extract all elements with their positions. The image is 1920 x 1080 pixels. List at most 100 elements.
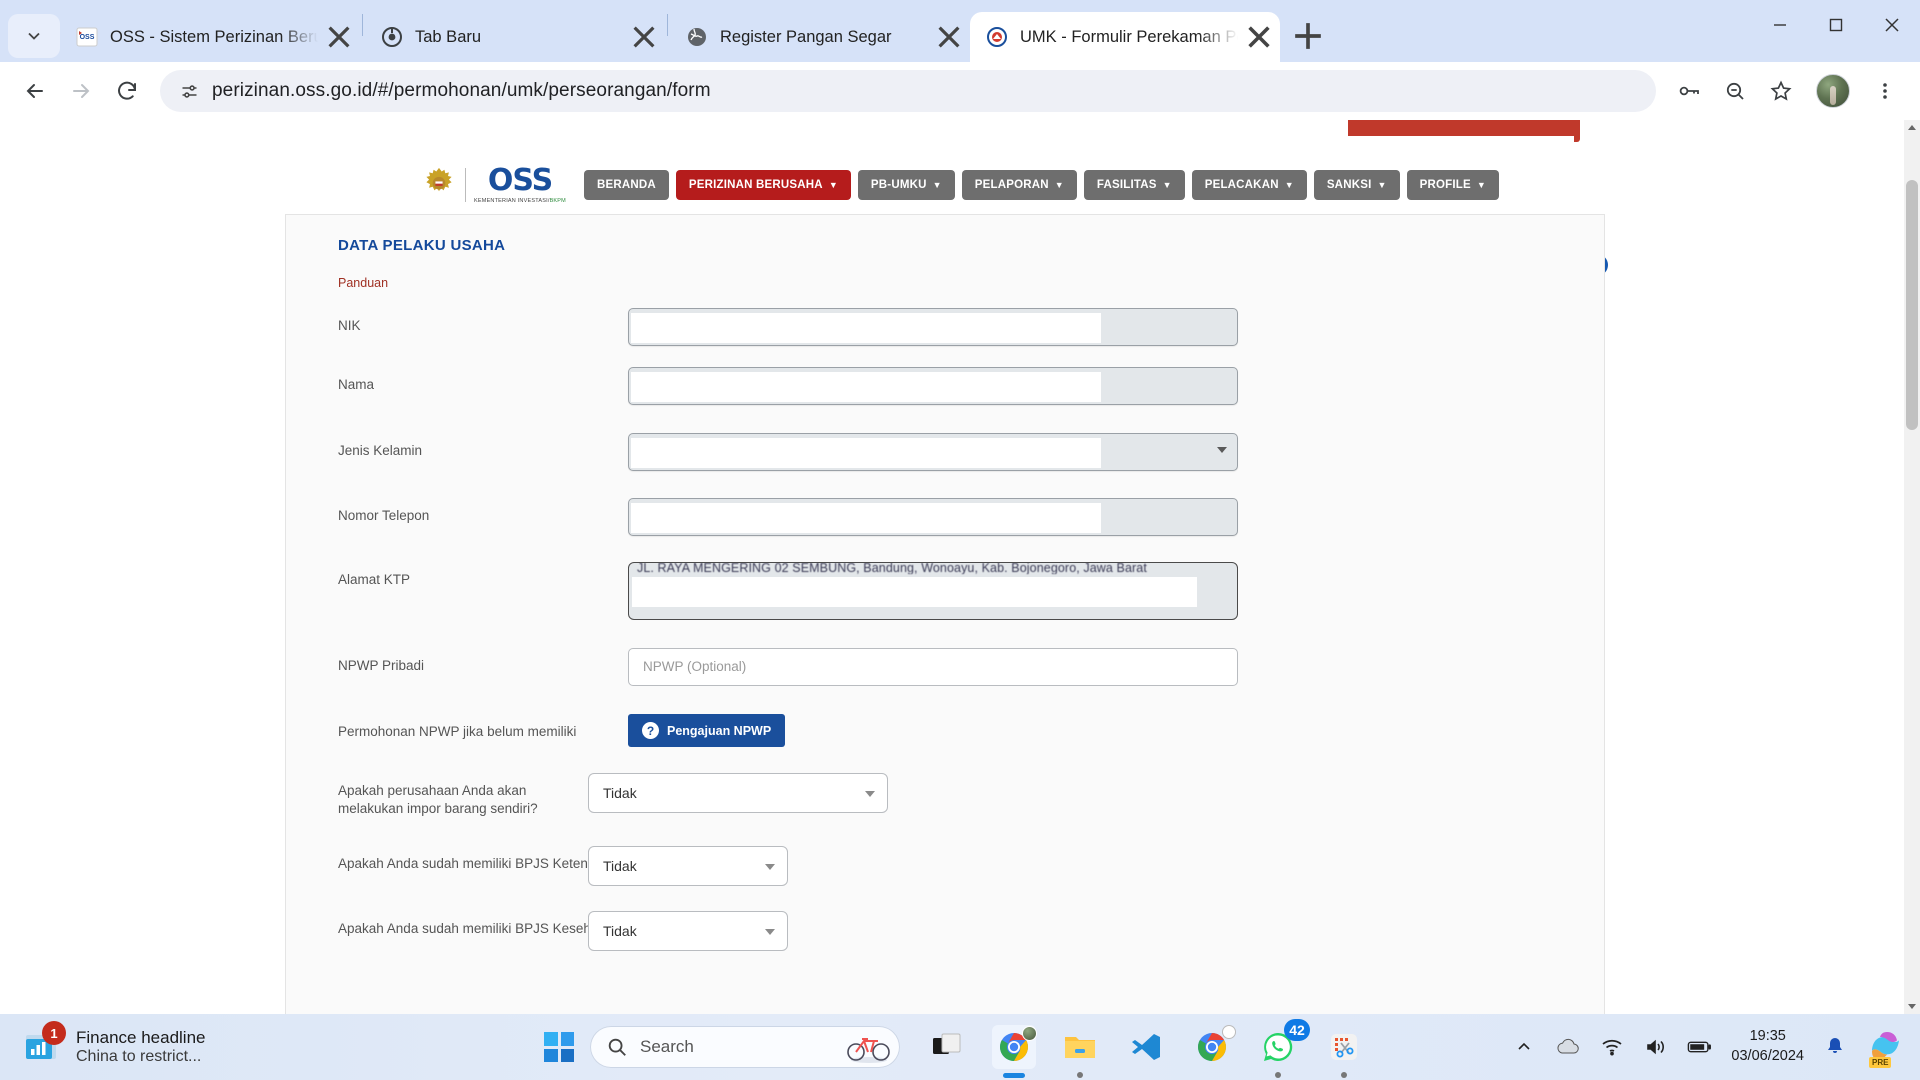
forward-icon[interactable] xyxy=(60,70,102,112)
site-settings-icon[interactable] xyxy=(174,81,204,102)
file-explorer-icon[interactable] xyxy=(1058,1025,1102,1069)
news-text: Finance headline China to restrict... xyxy=(76,1028,205,1066)
nav-item-sanksi[interactable]: SANKSI ▼ xyxy=(1313,170,1400,200)
whatsapp-badge: 42 xyxy=(1284,1019,1310,1041)
main-nav: BERANDA PERIZINAN BERUSAHA ▼ PB-UMKU ▼ P… xyxy=(583,170,1499,200)
windows-start-icon[interactable] xyxy=(544,1032,574,1062)
show-hidden-icons-chevron[interactable] xyxy=(1511,1034,1537,1060)
panduan-link[interactable]: Panduan xyxy=(286,254,1604,290)
chrome-secondary-icon[interactable] xyxy=(1190,1025,1236,1069)
nav-item-pelacakan[interactable]: PELACAKAN ▼ xyxy=(1191,170,1307,200)
oss-brand[interactable]: OSS KEMENTERIAN INVESTASI/BKPM xyxy=(421,166,566,204)
browser-tab-4-active[interactable]: UMK - Formulir Perekaman Pela xyxy=(970,12,1280,62)
tab-search-button[interactable] xyxy=(8,14,60,58)
browser-tab-3[interactable]: Register Pangan Segar xyxy=(670,12,970,62)
battery-icon[interactable] xyxy=(1687,1034,1713,1060)
copilot-icon[interactable]: PRE xyxy=(1866,1029,1902,1068)
nav-item-pb-umku[interactable]: PB-UMKU ▼ xyxy=(857,170,955,200)
search-input[interactable]: Search xyxy=(590,1026,900,1068)
button-label: Pengajuan NPWP xyxy=(667,723,772,738)
profile-avatar[interactable] xyxy=(1816,74,1850,108)
oss-favicon: OSS xyxy=(76,26,98,48)
field-label: Apakah perusahaan Anda akan melakukan im… xyxy=(338,783,538,817)
tab-close-icon[interactable] xyxy=(629,22,659,52)
snipping-tool-icon[interactable] xyxy=(1322,1025,1366,1069)
windows-taskbar: 1 Finance headline China to restrict... … xyxy=(0,1014,1920,1080)
form-row-npwp-pribadi: NPWP Pribadi NPWP (Optional) xyxy=(286,648,1604,686)
nav-label: PELAPORAN xyxy=(974,179,1049,191)
page-title: DATA PELAKU USAHA xyxy=(338,237,506,254)
system-tray: 19:35 03/06/2024 PRE xyxy=(1511,1027,1920,1068)
chevron-down-icon: ▼ xyxy=(1476,180,1486,190)
taskbar-clock[interactable]: 19:35 03/06/2024 xyxy=(1731,1027,1804,1066)
task-view-icon[interactable] xyxy=(926,1025,970,1069)
news-headline: Finance headline xyxy=(76,1028,206,1047)
minimize-button[interactable] xyxy=(1752,0,1808,50)
select-value: Tidak xyxy=(603,785,637,801)
volume-icon[interactable] xyxy=(1643,1034,1669,1060)
npwp-pribadi-input[interactable]: NPWP (Optional) xyxy=(628,648,1238,686)
reload-icon[interactable] xyxy=(106,70,148,112)
garuda-emblem-icon xyxy=(426,167,452,192)
nav-item-perizinan-berusaha[interactable]: PERIZINAN BERUSAHA ▼ xyxy=(675,170,851,200)
browser-tab-2[interactable]: Tab Baru xyxy=(365,12,665,62)
page-scrollbar[interactable] xyxy=(1904,120,1920,1014)
zoom-out-icon[interactable] xyxy=(1714,70,1756,112)
tab-title: OSS - Sistem Perizinan Berusaha xyxy=(110,27,318,46)
field-label: Apakah Anda sudah memiliki BPJS Kesehata… xyxy=(338,921,625,937)
maximize-button[interactable] xyxy=(1808,0,1864,50)
chevron-down-icon: ▼ xyxy=(828,180,838,190)
oss-circle-favicon xyxy=(986,26,1008,48)
form-row-jenis-kelamin: Jenis Kelamin xyxy=(286,433,1604,471)
whatsapp-icon[interactable]: 42 xyxy=(1256,1019,1310,1069)
nav-label: FASILITAS xyxy=(1096,179,1157,191)
tab-title: Tab Baru xyxy=(415,27,482,46)
field-label: Nomor Telepon xyxy=(338,508,430,523)
page-top-strip xyxy=(0,120,1920,156)
news-widget-icon: 1 xyxy=(24,1021,66,1066)
tab-close-icon[interactable] xyxy=(934,22,964,52)
browser-tab-1[interactable]: OSS OSS - Sistem Perizinan Berusaha xyxy=(60,12,360,62)
scrollbar-thumb[interactable] xyxy=(1906,180,1918,430)
onedrive-cloud-icon[interactable] xyxy=(1555,1034,1581,1060)
wifi-icon[interactable] xyxy=(1599,1034,1625,1060)
chevron-down-icon xyxy=(765,864,775,871)
news-widget[interactable]: 1 Finance headline China to restrict... xyxy=(24,1021,444,1066)
chrome-profile-badge xyxy=(1022,1026,1037,1041)
chevron-down-icon: ▼ xyxy=(1162,180,1172,190)
close-button[interactable] xyxy=(1864,0,1920,50)
impor-barang-select[interactable]: Tidak xyxy=(588,773,888,813)
chrome-icon[interactable] xyxy=(992,1025,1037,1069)
scroll-down-arrow[interactable] xyxy=(1904,998,1920,1014)
address-bar[interactable]: perizinan.oss.go.id/#/permohonan/umk/per… xyxy=(160,70,1656,112)
nav-item-pelaporan[interactable]: PELAPORAN ▼ xyxy=(961,170,1077,200)
bpjs-ketenagakerjaan-select[interactable]: Tidak xyxy=(588,846,788,887)
password-key-icon[interactable] xyxy=(1668,70,1710,112)
jenis-kelamin-select xyxy=(628,433,1238,471)
scroll-up-arrow[interactable] xyxy=(1904,120,1920,136)
field-label: Nama xyxy=(338,377,375,392)
pengajuan-npwp-button[interactable]: ? Pengajuan NPWP xyxy=(628,714,786,747)
form-row-alamat-ktp: Alamat KTP JL. RAYA MENGERING 02 SEMBUNG… xyxy=(286,562,1604,620)
notification-bell-icon[interactable] xyxy=(1822,1034,1848,1060)
nav-item-profile[interactable]: PROFILE ▼ xyxy=(1406,170,1499,200)
chevron-down-icon xyxy=(865,791,875,797)
vscode-icon[interactable] xyxy=(1124,1025,1168,1069)
browser-toolbar: perizinan.oss.go.id/#/permohonan/umk/per… xyxy=(0,62,1920,120)
new-tab-button[interactable] xyxy=(1286,14,1330,58)
nav-item-beranda[interactable]: BERANDA xyxy=(583,170,669,200)
tab-divider xyxy=(667,14,668,36)
bpjs-kesehatan-select[interactable]: Tidak xyxy=(588,911,788,952)
nav-item-fasilitas[interactable]: FASILITAS ▼ xyxy=(1083,170,1185,200)
back-icon[interactable] xyxy=(14,70,56,112)
tab-close-icon[interactable] xyxy=(1244,22,1274,52)
url-text: perizinan.oss.go.id/#/permohonan/umk/per… xyxy=(212,80,711,101)
form-row-impor-barang: Apakah perusahaan Anda akan melakukan im… xyxy=(286,773,1604,818)
form-row-nik: NIK xyxy=(286,308,1604,346)
three-dot-menu-icon[interactable] xyxy=(1864,70,1906,112)
star-icon[interactable] xyxy=(1760,70,1802,112)
nav-label: BERANDA xyxy=(596,179,656,191)
notification-banner-overlay xyxy=(1284,136,1574,158)
chevron-down-icon: ▼ xyxy=(932,180,942,190)
tab-close-icon[interactable] xyxy=(324,22,354,52)
